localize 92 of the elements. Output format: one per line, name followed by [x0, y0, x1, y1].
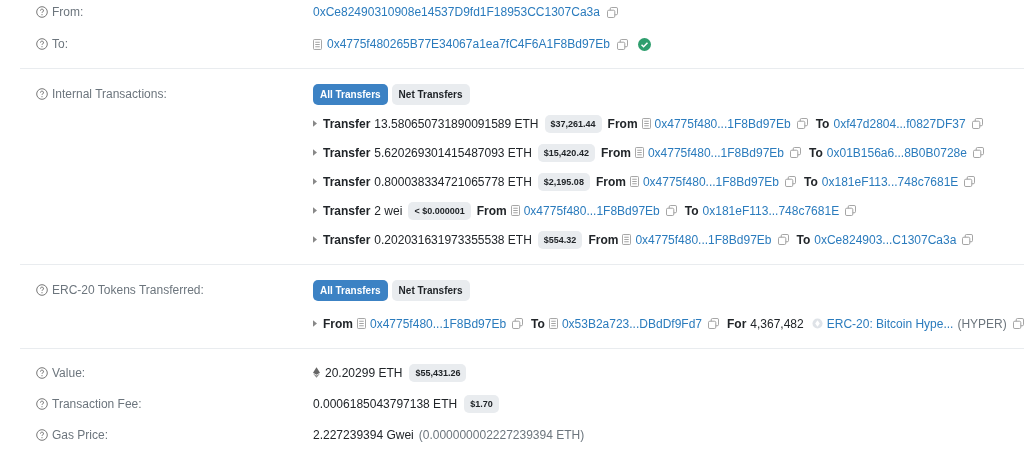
from-word: From [595, 174, 626, 189]
gas-price-amount: 2.227239394 Gwei [313, 427, 414, 442]
to-word: To [804, 174, 818, 189]
copy-icon[interactable] [962, 234, 974, 245]
address-link[interactable]: 0x4775f480...1F8Bd97Eb [523, 203, 660, 218]
filter-tab[interactable]: Net Transfers [391, 83, 470, 105]
field-label: Transaction Fee: [52, 396, 142, 411]
address-link[interactable]: 0x4775f480...1F8Bd97Eb [654, 116, 791, 131]
usd-badge: $37,261.44 [544, 114, 602, 133]
help-icon [36, 6, 48, 18]
transfer-word: Transfer [323, 116, 371, 131]
value-amount: 20.20299 ETH [325, 365, 403, 380]
filter-tab[interactable]: All Transfers [313, 279, 388, 301]
copy-icon[interactable] [971, 118, 983, 129]
copy-icon[interactable] [606, 6, 618, 18]
from-word: From [588, 232, 619, 247]
to-word: To [815, 116, 830, 131]
field-label: Gas Price: [52, 427, 108, 442]
token-amount: 4,367,482 [750, 316, 804, 331]
copy-icon[interactable] [785, 176, 796, 187]
expand-caret-icon[interactable] [313, 149, 317, 156]
copy-icon[interactable] [845, 205, 857, 216]
from-word: From [607, 116, 638, 131]
address-link[interactable]: 0x4775f480...1F8Bd97Eb [370, 316, 507, 331]
address-link[interactable]: 0x181eF113...748c7681E [702, 203, 840, 218]
help-icon [36, 88, 48, 100]
address-link[interactable]: 0x01B156a6...8B0B0728e [826, 145, 967, 160]
filter-tab[interactable]: All Transfers [313, 83, 388, 105]
gas-price-eth: (0.000000002227239394 ETH) [418, 427, 585, 442]
usd-badge: $554.32 [537, 230, 583, 249]
address-link[interactable]: 0xCe824903...C1307Ca3a [814, 232, 957, 247]
usd-badge: $2,195.08 [537, 172, 590, 191]
from-word: From [476, 203, 507, 218]
fee-amount: 0.0006185043797138 ETH [313, 396, 458, 411]
token-symbol: (HYPER) [957, 316, 1007, 331]
copy-icon[interactable] [796, 118, 808, 129]
usd-badge: $15,420.42 [537, 143, 595, 162]
address-link[interactable]: 0x4775f480265B77E34067a1ea7fC4F6A1F8Bd97Eb [327, 37, 610, 51]
copy-icon[interactable] [512, 318, 524, 329]
copy-icon[interactable] [616, 38, 628, 50]
transfer-amount: 13.580650731890091589 ETH [374, 116, 539, 131]
ethereum-icon [313, 367, 320, 378]
transfer-amount: 5.620269301415487093 ETH [374, 145, 532, 160]
field-label: Internal Transactions: [52, 87, 167, 101]
transfer-word: Transfer [323, 232, 371, 247]
help-icon [36, 428, 48, 441]
address-link[interactable]: 0x4775f480...1F8Bd97Eb [635, 232, 772, 247]
copy-icon[interactable] [708, 318, 719, 329]
expand-caret-icon[interactable] [313, 207, 317, 214]
copy-icon[interactable] [777, 234, 789, 245]
field-label: To: [52, 37, 68, 51]
address-link[interactable]: 0x4775f480...1F8Bd97Eb [642, 174, 779, 189]
transfer-word: Transfer [323, 174, 371, 189]
copy-icon[interactable] [972, 147, 984, 158]
expand-caret-icon[interactable] [313, 236, 317, 243]
token-link[interactable]: ERC-20: Bitcoin Hype... [826, 316, 954, 331]
copy-icon[interactable] [665, 205, 677, 216]
usd-badge: $1.70 [464, 394, 499, 413]
usd-badge: < $0.000001 [408, 201, 471, 220]
help-icon [36, 38, 48, 50]
field-label: Value: [52, 365, 86, 380]
field-label: From: [52, 5, 84, 19]
copy-icon[interactable] [964, 176, 976, 187]
address-link[interactable]: 0xCe82490310908e14537D9fd1F18953CC1307Ca3a [313, 5, 600, 19]
address-link[interactable]: 0x4775f480...1F8Bd97Eb [647, 145, 784, 160]
transfer-amount: 0.800038334721065778 ETH [374, 174, 532, 189]
expand-caret-icon[interactable] [313, 178, 317, 185]
from-word: From [323, 316, 353, 331]
copy-icon[interactable] [1012, 318, 1024, 329]
to-word: To [796, 232, 811, 247]
help-icon [36, 397, 48, 410]
to-word: To [809, 145, 823, 160]
filter-tab[interactable]: Net Transfers [391, 279, 470, 301]
address-link[interactable]: 0x181eF113...748c7681E [821, 174, 959, 189]
to-word: To [531, 316, 545, 331]
token-icon [811, 318, 823, 329]
transfer-amount: 0.202031631973355538 ETH [374, 232, 532, 247]
address-link[interactable]: 0xf47d2804...f0827DF37 [833, 116, 966, 131]
for-word: For [727, 316, 747, 331]
address-link[interactable]: 0x53B2a723...DBdDf9Fd7 [561, 316, 702, 331]
from-word: From [600, 145, 631, 160]
help-icon [36, 366, 48, 379]
expand-caret-icon[interactable] [313, 120, 317, 127]
to-word: To [684, 203, 699, 218]
transfer-amount: 2 wei [374, 203, 403, 218]
copy-icon[interactable] [790, 147, 801, 158]
usd-badge: $55,431.26 [409, 363, 467, 382]
expand-caret-icon[interactable] [313, 320, 317, 327]
transfer-word: Transfer [323, 203, 371, 218]
transfer-word: Transfer [323, 145, 371, 160]
help-icon [36, 284, 48, 296]
field-label: ERC-20 Tokens Transferred: [52, 283, 204, 297]
